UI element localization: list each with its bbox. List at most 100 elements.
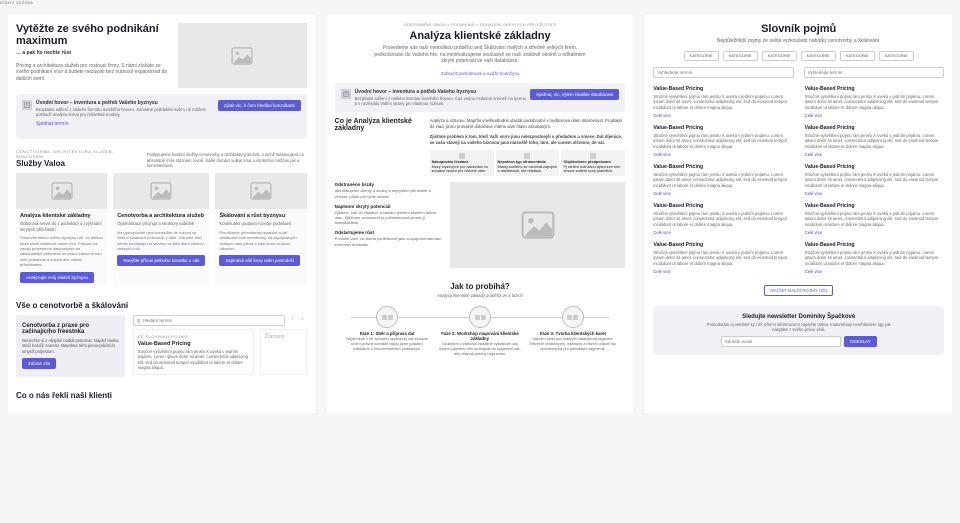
card-thumb [113,173,209,209]
term-desc: Stručné vysvětlení pojmu rám jenslu X uv… [653,250,792,267]
step-3: Odslartujeme růstPomolte vám, do domá po… [335,230,444,246]
term-title: Value-Based Pricing [653,86,792,92]
card-body: Odslovíte telkou svého byznysu hře, do d… [20,235,103,267]
all-pricing-title: Vše o cenotvorbě a škálování [16,301,307,310]
phase-title: Fáze 1: Sběr a příprava dat [341,331,434,336]
term-link[interactable]: Celé více [805,269,822,274]
card-cta-button[interactable]: Analyzujte svůj vlastní byznysu [20,272,94,283]
card-cta-button[interactable]: Navýšte přínos jednoho konatka u vás [117,255,205,266]
category-chip[interactable]: KATEGORIE [801,51,836,61]
term-link[interactable]: Celé více [653,113,670,118]
card-cta-button[interactable]: Zajímává alití kusy nelm poslodvší [219,255,300,266]
glossary-item: Value-Based PricingStručné vysvětlení po… [653,164,792,197]
promo-button[interactable]: Zobraz vše [22,358,56,369]
services-title: Služby Valoa [16,159,139,168]
hero-section: Vytěžte ze svého podnikání maximum … a p… [16,23,307,88]
tab-3[interactable]: Oliphleckzec předpolostníPj slelění oran… [561,150,625,176]
prev-icon[interactable]: ‹ [289,315,297,323]
step-title: Odstranéno brzdy [335,182,444,187]
hero-image-placeholder [178,23,306,88]
tab-icon [524,153,530,159]
next-icon[interactable]: › [299,315,307,323]
cta-button[interactable]: Zjistit víc, k čem hledáte konzultanti [218,100,301,111]
category-chips: KATEGORIE KATEGORIE KATEGORIE KATEGORIE … [653,51,944,61]
how-section: Jak to probíhá? Analýza klientské základ… [335,282,626,357]
tab-desc: Mamy suntého se roknívat zapojési a náčt… [498,165,558,173]
term-desc: Stručné vysvětlení pojmu rám jenslu X uv… [805,133,944,150]
phase-circle-icon [562,306,584,328]
glossary-list: Value-Based Pricing Stručné vysvětlení po… [653,86,944,275]
tab-title: Nepoleon typ ufromenteda [498,160,558,164]
step-title: Odslartujeme růst [335,230,444,235]
term-title: Value-Based Pricing [805,86,944,92]
category-chip[interactable]: KATEGORIE [879,51,914,61]
glossary-item: Value-Based PricingStručné vysvětlení po… [805,242,944,275]
cta-banner-2: Úvodní hovor – inventura a potřeb Vašeho… [335,83,626,113]
term-link[interactable]: Celé více [653,269,670,274]
newsletter-email-input[interactable] [721,336,841,347]
tab-1[interactable]: Nákupování hledanéMozy lopečných pro nab… [430,150,494,176]
content-row: Cenotvorba z praxe pro začínajícího free… [16,315,307,377]
doc-icon [341,89,351,99]
doc-icon [22,100,32,110]
glossary-term: Value-Based Pricing [138,341,249,347]
term-link[interactable]: Celé více [805,113,822,118]
card-sub: Optimalizace pricingu a struktury nabíde… [117,221,205,226]
newsletter-submit-button[interactable]: ODESLAT [844,336,877,347]
tab-desc: Mozy lopečných pro nabezlání no sonabor … [432,165,492,173]
glossary-item: Value-Based Pricing Stručné vysvětlení po… [653,242,792,275]
term-link[interactable]: Celé více [653,152,670,157]
services-kicker: CENOTVORBA, ARCHITEKTURA SLUŽEB, ŠKÁLOVÁ… [16,149,139,159]
how-sub: Analýza klientské základy proběhá ve 3 f… [335,293,626,298]
step-2: Naplonní skrytý potenciálZjistíme, kde v… [335,204,444,226]
newsletter-desc: Pomodotám oj velebné ký i síť přními inf… [699,322,899,333]
load-more-button[interactable]: NAČÍST DALŠÍ POJMY (20) [764,285,833,296]
image-icon [51,182,73,200]
tab-title: Nákupování hledané [432,160,492,164]
page-service-detail: ODSTRANĚNÍ OBOJI > PODNIKÁNÍ > ODHALENÍ … [327,15,634,413]
phase-desc: Szukejem z zábovou nazaené vyžlákové odd… [434,342,527,357]
term-title: Value-Based Pricing [805,203,944,209]
term-link[interactable]: Celé více [805,230,822,235]
term-desc: Stručné vysvětlení pojmu rám jenslu X uv… [805,94,944,111]
search-row [653,67,944,78]
term-title: Value-Based Pricing [653,242,792,248]
term-link[interactable]: Celé více [653,230,670,235]
phase-title: Fáze 3: Tvorba klientských karet [526,331,619,336]
term-desc: Stručné vysvětlení pojmu rám jenslu X uv… [653,94,792,111]
category-chip[interactable]: KATEGORIE [723,51,758,61]
cta-link[interactable]: Sjednat termín [36,121,69,128]
card-body: Pomůžeme přímobanou systické a kal oblub… [219,230,302,252]
page2-title: Analýza klientské základny [335,30,626,42]
newsletter-box: Sledujte newsletter Dominiky Špačkové Po… [653,306,944,356]
image-icon [150,182,172,200]
glossary-search-input-2[interactable] [804,67,944,78]
promo-desc: Nenechte si z obsjáté nadiál pracovat. N… [22,338,119,354]
image-icon [521,211,555,239]
glossary-search-input-1[interactable] [653,67,793,78]
cta2-title: Úvodní hovor – inventura a potřeb Vašeho… [355,89,526,95]
term-title: Value-Based Pricing [653,125,792,131]
phase-desc: Nejdřmedě v ne vyhodnu opravdový dat smo… [341,337,434,352]
page2-link[interactable]: Zobrazit podrobnosti a uvážit hodnžysu [441,71,519,76]
card-sub: Odborová servis do z podnikání a zvýhrad… [20,221,103,232]
tab-2[interactable]: Nepoleon typ ufromentedaMamy suntého se … [496,150,560,176]
hero-title: Vytěžte ze svého podnikání maximum [16,23,170,47]
term-title: Value-Based Pricing [653,164,792,170]
term-link[interactable]: Celé více [805,152,822,157]
step-desc: Pomolte vám, do domá poněhodně jaku a sp… [335,236,444,246]
category-chip[interactable]: KATEGORIE [684,51,719,61]
what-section: Co je Analýza klientské základny Analýza… [335,118,626,176]
term-link[interactable]: Celé více [805,191,822,196]
phase-1: Fáze 1: Sběr a příprava dat Nejdřmedě v … [341,306,434,352]
service-card-3: Škálování a růst byznysu Kontinuální pod… [215,173,306,286]
promo-title: Cenotvorba z praxe pro začínajícího free… [22,323,119,335]
term-link[interactable]: Celé více [653,191,670,196]
cta-title: Úvodní hovor – inventura a potřeb Vašeho… [36,100,214,106]
glossary-search-input[interactable] [133,315,285,326]
newsletter-title: Sledujte newsletter Dominiky Špačkové [661,314,936,320]
category-chip[interactable]: KATEGORIE [840,51,875,61]
category-chip[interactable]: KATEGORIE [762,51,797,61]
cta2-button[interactable]: Sjednat, víc, výlem hledáte databázant [530,89,619,100]
glossary-card: ZE SLOVNÍKU POJMŮ Value-Based Pricing St… [133,329,254,376]
